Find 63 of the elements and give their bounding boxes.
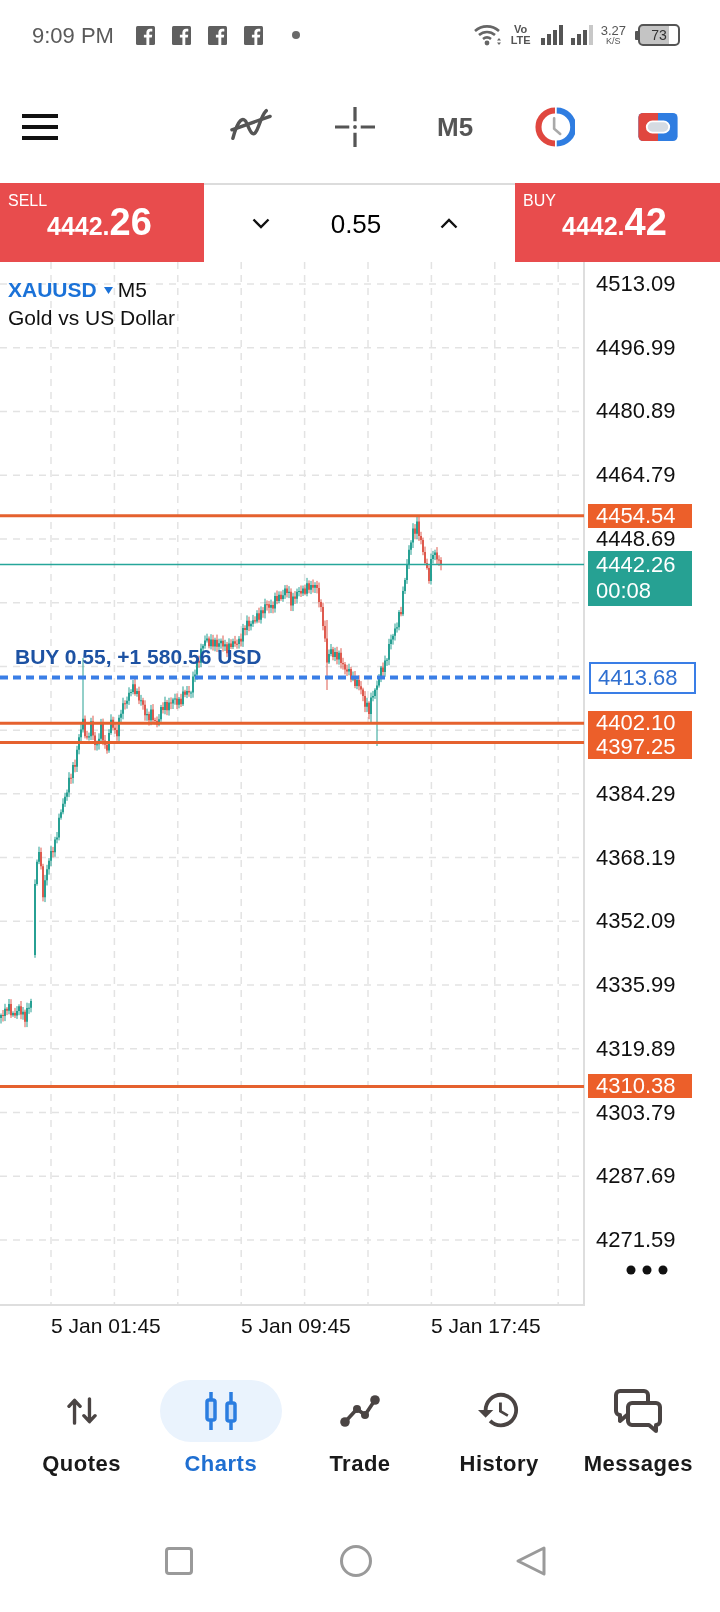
price-axis-label: 4335.99: [596, 972, 676, 999]
facebook-icon: [171, 25, 191, 45]
clock-icon[interactable]: [535, 106, 576, 147]
position-price-tag: 4413.68: [589, 661, 696, 694]
time-axis-label: 5 Jan 09:45: [241, 1313, 351, 1337]
nav-tab[interactable]: History: [429, 1380, 569, 1478]
price-axis-label: 4271.59: [596, 1227, 676, 1253]
back-icon[interactable]: [515, 1545, 547, 1577]
caret-icon[interactable]: [103, 286, 113, 294]
signal-icon: [570, 25, 593, 45]
chevron-down-icon[interactable]: [252, 218, 270, 229]
volume-field[interactable]: 0.55: [324, 210, 388, 237]
time-axis-label: 5 Jan 17:45: [431, 1313, 541, 1337]
price-axis-label: 4368.19: [596, 844, 676, 871]
facebook-icon: [207, 25, 227, 45]
speed-unit: K/S: [606, 37, 621, 46]
nav-tab[interactable]: Quotes: [12, 1380, 152, 1478]
bid-price-text: 4442.26: [596, 552, 677, 579]
price-level-tag: 4310.38: [588, 1074, 692, 1099]
bar-timer: 00:08: [596, 578, 653, 605]
clock-time: 9:09 PM: [32, 21, 114, 50]
facebook-icon: [135, 25, 155, 45]
menu-icon[interactable]: [22, 113, 58, 140]
price-axis-label: 4303.79: [596, 1099, 676, 1126]
sell-button[interactable]: SELL 4442.26: [0, 183, 204, 262]
price-level-tag: 4402.10: [588, 711, 692, 736]
price-axis-label: 4513.09: [596, 271, 676, 297]
price-axis-label: 4480.89: [596, 398, 676, 425]
nav-tab[interactable]: Trade: [290, 1380, 430, 1478]
toggle-icon[interactable]: [638, 112, 679, 141]
chevron-up-icon[interactable]: [440, 218, 458, 229]
battery-percent: 73: [651, 28, 667, 42]
symbol-link[interactable]: XAUUSD: [8, 276, 97, 304]
lte-label: LTE: [510, 35, 531, 46]
network-speed: 3.27: [600, 24, 626, 37]
signal-icon: [540, 25, 563, 45]
facebook-icon: [243, 25, 263, 45]
line-graph-icon: [340, 1395, 380, 1427]
swap-arrows-icon: [66, 1397, 97, 1425]
time-axis-label: 5 Jan 01:45: [51, 1313, 161, 1337]
nav-tab[interactable]: Charts: [151, 1380, 291, 1478]
price-axis-label: 4464.79: [596, 462, 676, 489]
symbol-description: Gold vs US Dollar: [8, 305, 175, 331]
price-axis-label: 4319.89: [596, 1035, 676, 1062]
price-axis-label: 4352.09: [596, 908, 676, 935]
more-icon[interactable]: [626, 1265, 668, 1275]
chat-bubbles-icon: [614, 1389, 663, 1433]
nav-tab[interactable]: Messages: [568, 1380, 708, 1478]
price-axis-label: 4448.69: [596, 525, 676, 552]
price-axis-label: 4384.29: [596, 780, 676, 807]
crosshair-icon[interactable]: [335, 106, 375, 147]
price-level-tag: 4397.25: [588, 735, 692, 760]
recent-apps-icon[interactable]: [165, 1547, 193, 1575]
price-axis-label: 4287.69: [596, 1163, 676, 1190]
buy-button[interactable]: BUY 4442.42: [515, 183, 720, 262]
price-axis-label: 4496.99: [596, 334, 676, 361]
wifi-icon: [472, 24, 503, 46]
volte-label: Vo: [514, 24, 528, 35]
timeframe-button[interactable]: M5: [437, 113, 474, 140]
price-level-tag: 4454.54: [588, 503, 692, 528]
dot-icon: [291, 31, 300, 39]
chart-timeframe: M5: [117, 277, 147, 303]
home-icon[interactable]: [340, 1545, 372, 1577]
